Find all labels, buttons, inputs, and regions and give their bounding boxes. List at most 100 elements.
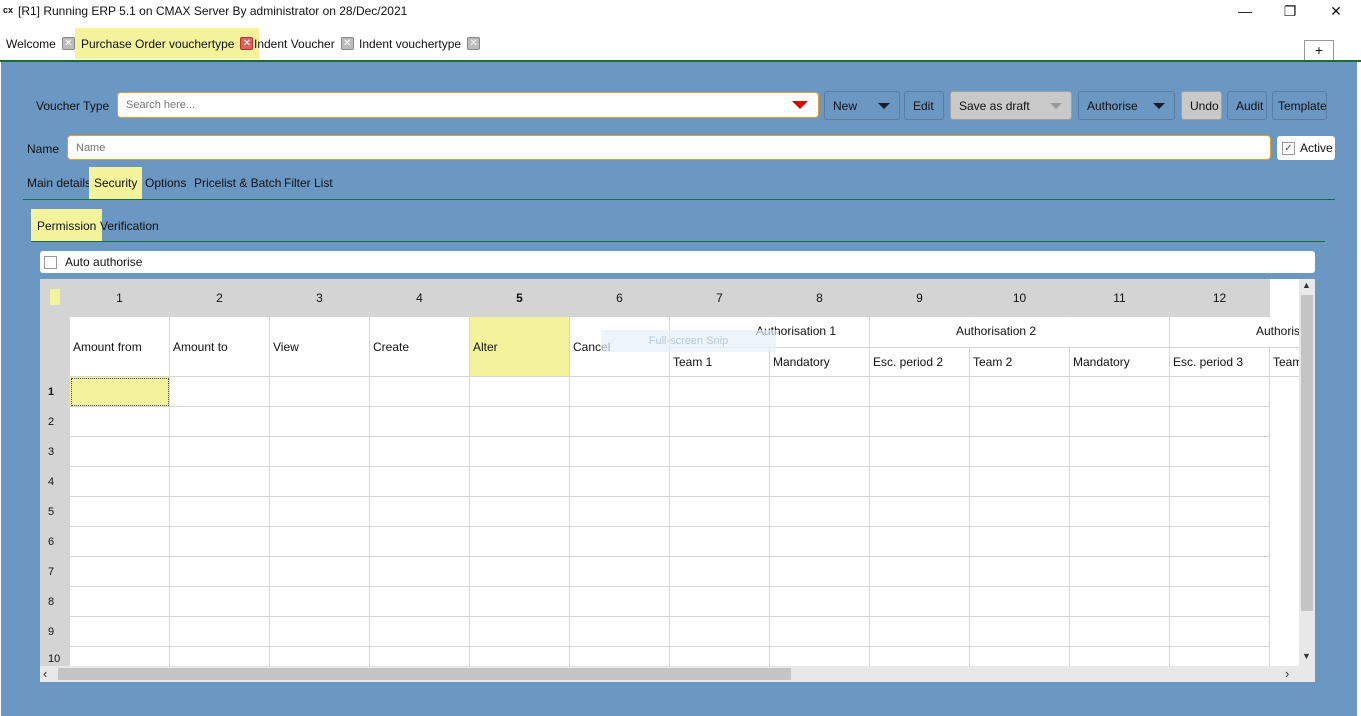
vertical-scrollbar[interactable]: ▲ ▼ — [1299, 279, 1315, 667]
grid-cell[interactable] — [970, 437, 1070, 467]
grid-cell[interactable] — [70, 617, 170, 647]
grid-cell[interactable] — [1070, 437, 1170, 467]
grid-cell[interactable] — [270, 437, 370, 467]
grid-cell[interactable] — [670, 407, 770, 437]
row-number-header[interactable]: 9 — [40, 617, 70, 647]
minimize-button[interactable]: — — [1225, 2, 1265, 22]
grid-cell[interactable] — [370, 497, 470, 527]
grid-cell[interactable] — [670, 527, 770, 557]
grid-cell[interactable] — [670, 497, 770, 527]
grid-cell[interactable] — [570, 587, 670, 617]
scroll-left-icon[interactable]: ‹ — [43, 666, 47, 681]
grid-cell[interactable] — [770, 557, 870, 587]
grid-corner[interactable] — [40, 279, 70, 317]
tab-verification[interactable]: Verification — [95, 209, 164, 242]
dropdown-arrow-icon[interactable] — [792, 101, 808, 109]
grid-cell[interactable] — [770, 467, 870, 497]
grid-cell[interactable] — [670, 437, 770, 467]
grid-cell[interactable] — [70, 557, 170, 587]
column-number-header[interactable]: 5 — [470, 279, 570, 317]
grid-cell[interactable] — [470, 497, 570, 527]
close-icon[interactable]: ✕ — [340, 37, 354, 50]
grid-cell[interactable] — [670, 467, 770, 497]
grid-cell[interactable] — [1170, 467, 1270, 497]
grid-cell[interactable] — [870, 527, 970, 557]
grid-cell[interactable] — [370, 557, 470, 587]
grid-cell[interactable] — [1170, 617, 1270, 647]
grid-cell[interactable] — [1170, 497, 1270, 527]
column-number-header[interactable]: 2 — [170, 279, 270, 317]
grid-cell[interactable] — [570, 467, 670, 497]
grid-cell[interactable] — [70, 497, 170, 527]
grid-cell[interactable] — [170, 407, 270, 437]
grid-cell[interactable] — [170, 587, 270, 617]
sub-column-header[interactable]: Esc. period 3 — [1170, 347, 1270, 377]
voucher-type-search[interactable] — [117, 92, 819, 118]
grid-cell[interactable] — [1170, 407, 1270, 437]
grid-cell[interactable] — [70, 467, 170, 497]
tab-options[interactable]: Options — [140, 167, 191, 199]
column-header[interactable]: Create — [370, 317, 470, 377]
grid-cell[interactable] — [870, 467, 970, 497]
search-input[interactable] — [124, 98, 724, 112]
grid-cell[interactable] — [270, 557, 370, 587]
grid-cell[interactable] — [670, 557, 770, 587]
sub-column-header[interactable]: Mandatory — [1070, 347, 1170, 377]
column-header[interactable]: View — [270, 317, 370, 377]
grid-cell[interactable] — [1170, 527, 1270, 557]
grid-cell[interactable] — [570, 557, 670, 587]
add-tab-button[interactable]: + — [1304, 40, 1334, 60]
horizontal-scrollbar[interactable]: ‹ › — [40, 666, 1315, 682]
sub-column-header[interactable]: Esc. period 2 — [870, 347, 970, 377]
column-header[interactable]: Alter — [470, 317, 570, 377]
grid-cell[interactable] — [170, 527, 270, 557]
grid-cell[interactable] — [570, 497, 670, 527]
grid-cell[interactable] — [370, 437, 470, 467]
grid-cell[interactable] — [70, 377, 170, 407]
grid-cell[interactable] — [1070, 587, 1170, 617]
tab-indent-vouchertype[interactable]: Indent vouchertype ✕ — [353, 28, 486, 59]
grid-cell[interactable] — [270, 587, 370, 617]
tab-indent-voucher[interactable]: Indent Voucher ✕ — [248, 28, 360, 59]
grid-cell[interactable] — [1070, 407, 1170, 437]
grid-cell[interactable] — [70, 527, 170, 557]
column-number-header[interactable]: 7 — [670, 279, 770, 317]
grid-cell[interactable] — [370, 377, 470, 407]
scroll-down-icon[interactable]: ▼ — [1302, 651, 1311, 661]
tab-permission[interactable]: Permission — [31, 209, 103, 242]
grid-cell[interactable] — [770, 617, 870, 647]
grid-cell[interactable] — [870, 587, 970, 617]
column-number-header[interactable]: 12 — [1170, 279, 1270, 317]
grid-cell[interactable] — [770, 377, 870, 407]
row-number-header[interactable]: 3 — [40, 437, 70, 467]
grid-cell[interactable] — [1170, 557, 1270, 587]
grid-cell[interactable] — [570, 377, 670, 407]
grid-cell[interactable] — [370, 587, 470, 617]
grid-cell[interactable] — [370, 527, 470, 557]
close-icon[interactable]: ✕ — [467, 37, 481, 50]
grid-cell[interactable] — [1070, 497, 1170, 527]
column-number-header[interactable]: 10 — [970, 279, 1070, 317]
save-as-draft-button[interactable]: Save as draft — [950, 91, 1072, 120]
grid-cell[interactable] — [1070, 557, 1170, 587]
grid-cell[interactable] — [170, 617, 270, 647]
grid-cell[interactable] — [870, 497, 970, 527]
column-number-header[interactable]: 4 — [370, 279, 470, 317]
template-button[interactable]: Template — [1272, 91, 1327, 120]
grid-cell[interactable] — [1170, 587, 1270, 617]
active-checkbox[interactable]: ✓ Active — [1277, 136, 1335, 160]
grid-cell[interactable] — [570, 527, 670, 557]
grid-cell[interactable] — [870, 437, 970, 467]
grid-cell[interactable] — [70, 587, 170, 617]
close-icon[interactable]: ✕ — [61, 37, 75, 50]
checkbox-icon[interactable]: ✓ — [1282, 141, 1295, 155]
grid-cell[interactable] — [970, 467, 1070, 497]
grid-cell[interactable] — [370, 407, 470, 437]
tab-pricelist-batch[interactable]: Pricelist & Batch — [189, 167, 286, 199]
grid-cell[interactable] — [470, 587, 570, 617]
row-number-header[interactable]: 1 — [40, 377, 70, 407]
close-window-button[interactable]: ✕ — [1316, 2, 1356, 22]
grid-cell[interactable] — [1170, 437, 1270, 467]
grid-cell[interactable] — [1170, 377, 1270, 407]
grid-cell[interactable] — [670, 587, 770, 617]
